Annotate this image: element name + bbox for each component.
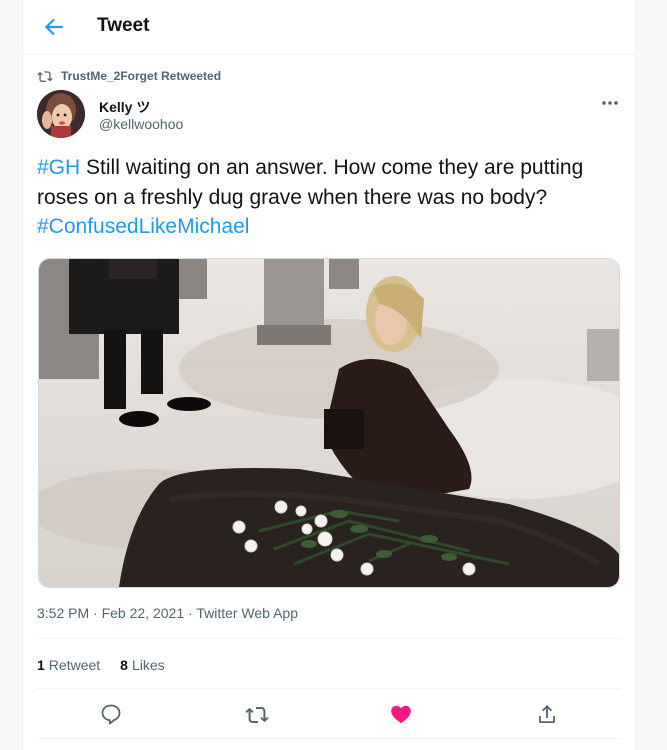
tweet-date[interactable]: Feb 22, 2021 — [102, 605, 185, 621]
retweet-count: 1 — [37, 657, 45, 673]
hashtag-link[interactable]: #GH — [37, 156, 80, 179]
retweet-icon[interactable] — [245, 702, 269, 726]
reply-icon[interactable] — [99, 702, 123, 726]
retweet-count-label: Retweet — [48, 657, 101, 673]
retweet-banner-label: TrustMe_2Forget Retweeted — [61, 69, 222, 83]
like-count-label: Likes — [131, 657, 165, 673]
divider — [37, 688, 621, 689]
header: Tweet — [23, 0, 635, 55]
retweet-banner[interactable]: TrustMe_2Forget Retweeted — [37, 68, 221, 84]
like-count: 8 — [120, 657, 128, 673]
tweet-detail-panel: Tweet TrustMe_2Forget Retweeted Kelly ツ … — [22, 0, 636, 750]
likes-stat[interactable]: 8 Likes — [120, 657, 164, 673]
author-handle[interactable]: @kellwoohoo — [99, 116, 183, 132]
retweet-icon — [37, 71, 53, 82]
share-icon[interactable] — [535, 702, 559, 726]
back-arrow-icon[interactable] — [41, 14, 67, 40]
tweet-image[interactable] — [38, 258, 620, 588]
tweet-timestamp: 3:52 PM · Feb 22, 2021 · Twitter Web App — [37, 605, 298, 621]
tweet-source-app[interactable]: Twitter Web App — [196, 605, 298, 621]
meta-separator: · — [184, 605, 197, 621]
more-icon[interactable] — [599, 96, 621, 110]
like-icon[interactable] — [389, 702, 413, 726]
avatar[interactable] — [37, 90, 85, 138]
tweet-actions — [23, 700, 635, 730]
tweet-body: Still waiting on an answer. How come the… — [37, 156, 584, 209]
tweet-text: #GH Still waiting on an answer. How come… — [37, 153, 622, 242]
page-title: Tweet — [97, 15, 150, 36]
divider — [37, 738, 621, 739]
meta-separator: · — [89, 605, 102, 621]
author-name[interactable]: Kelly ツ — [99, 97, 150, 117]
hashtag-link[interactable]: #ConfusedLikeMichael — [37, 215, 249, 238]
tweet-time[interactable]: 3:52 PM — [37, 605, 89, 621]
tweet-stats: 1 Retweet 8 Likes — [37, 657, 165, 673]
divider — [37, 638, 621, 639]
retweets-stat[interactable]: 1 Retweet — [37, 657, 100, 673]
